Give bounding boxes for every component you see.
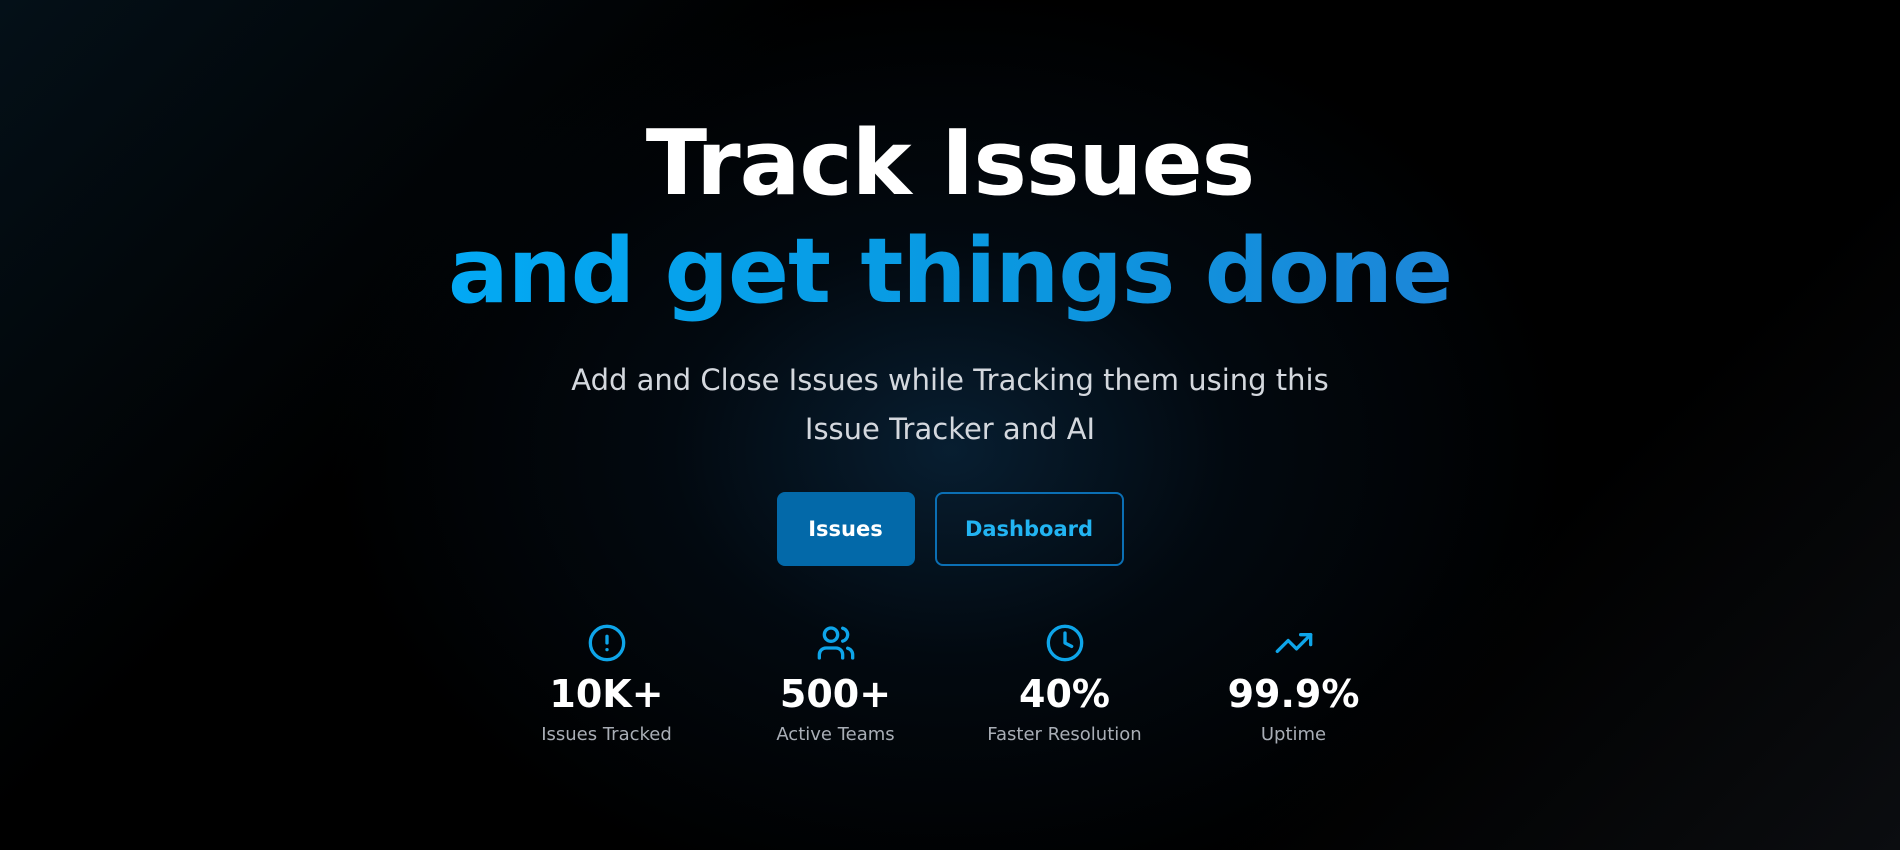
stat-faster-resolution: 40% Faster Resolution xyxy=(950,622,1179,745)
stat-label: Issues Tracked xyxy=(541,723,672,745)
cta-buttons: Issues Dashboard xyxy=(776,492,1124,566)
hero-title-highlight: and get things done xyxy=(447,219,1453,324)
stat-label: Faster Resolution xyxy=(987,723,1142,745)
stats-row: 10K+ Issues Tracked 500+ Active Teams 40… xyxy=(492,622,1408,745)
stat-label: Active Teams xyxy=(776,723,895,745)
stat-issues-tracked: 10K+ Issues Tracked xyxy=(492,622,721,745)
stat-value: 99.9% xyxy=(1227,672,1360,716)
hero-content: Track Issues and get things done Add and… xyxy=(0,0,1900,745)
hero-section: Track Issues and get things done Add and… xyxy=(0,0,1900,850)
dashboard-button[interactable]: Dashboard xyxy=(934,492,1124,566)
hero-subtitle: Add and Close Issues while Tracking them… xyxy=(571,363,1329,446)
issues-button[interactable]: Issues xyxy=(776,492,915,566)
users-icon xyxy=(815,622,857,664)
stat-value: 40% xyxy=(1019,672,1110,716)
stat-label: Uptime xyxy=(1260,723,1327,745)
trending-up-icon xyxy=(1273,622,1315,664)
alert-circle-icon xyxy=(586,622,628,664)
stat-active-teams: 500+ Active Teams xyxy=(721,622,950,745)
stat-uptime: 99.9% Uptime xyxy=(1179,622,1408,745)
stat-value: 10K+ xyxy=(549,672,664,716)
clock-icon xyxy=(1044,622,1086,664)
hero-title: Track Issues xyxy=(645,111,1255,216)
stat-value: 500+ xyxy=(779,672,892,716)
